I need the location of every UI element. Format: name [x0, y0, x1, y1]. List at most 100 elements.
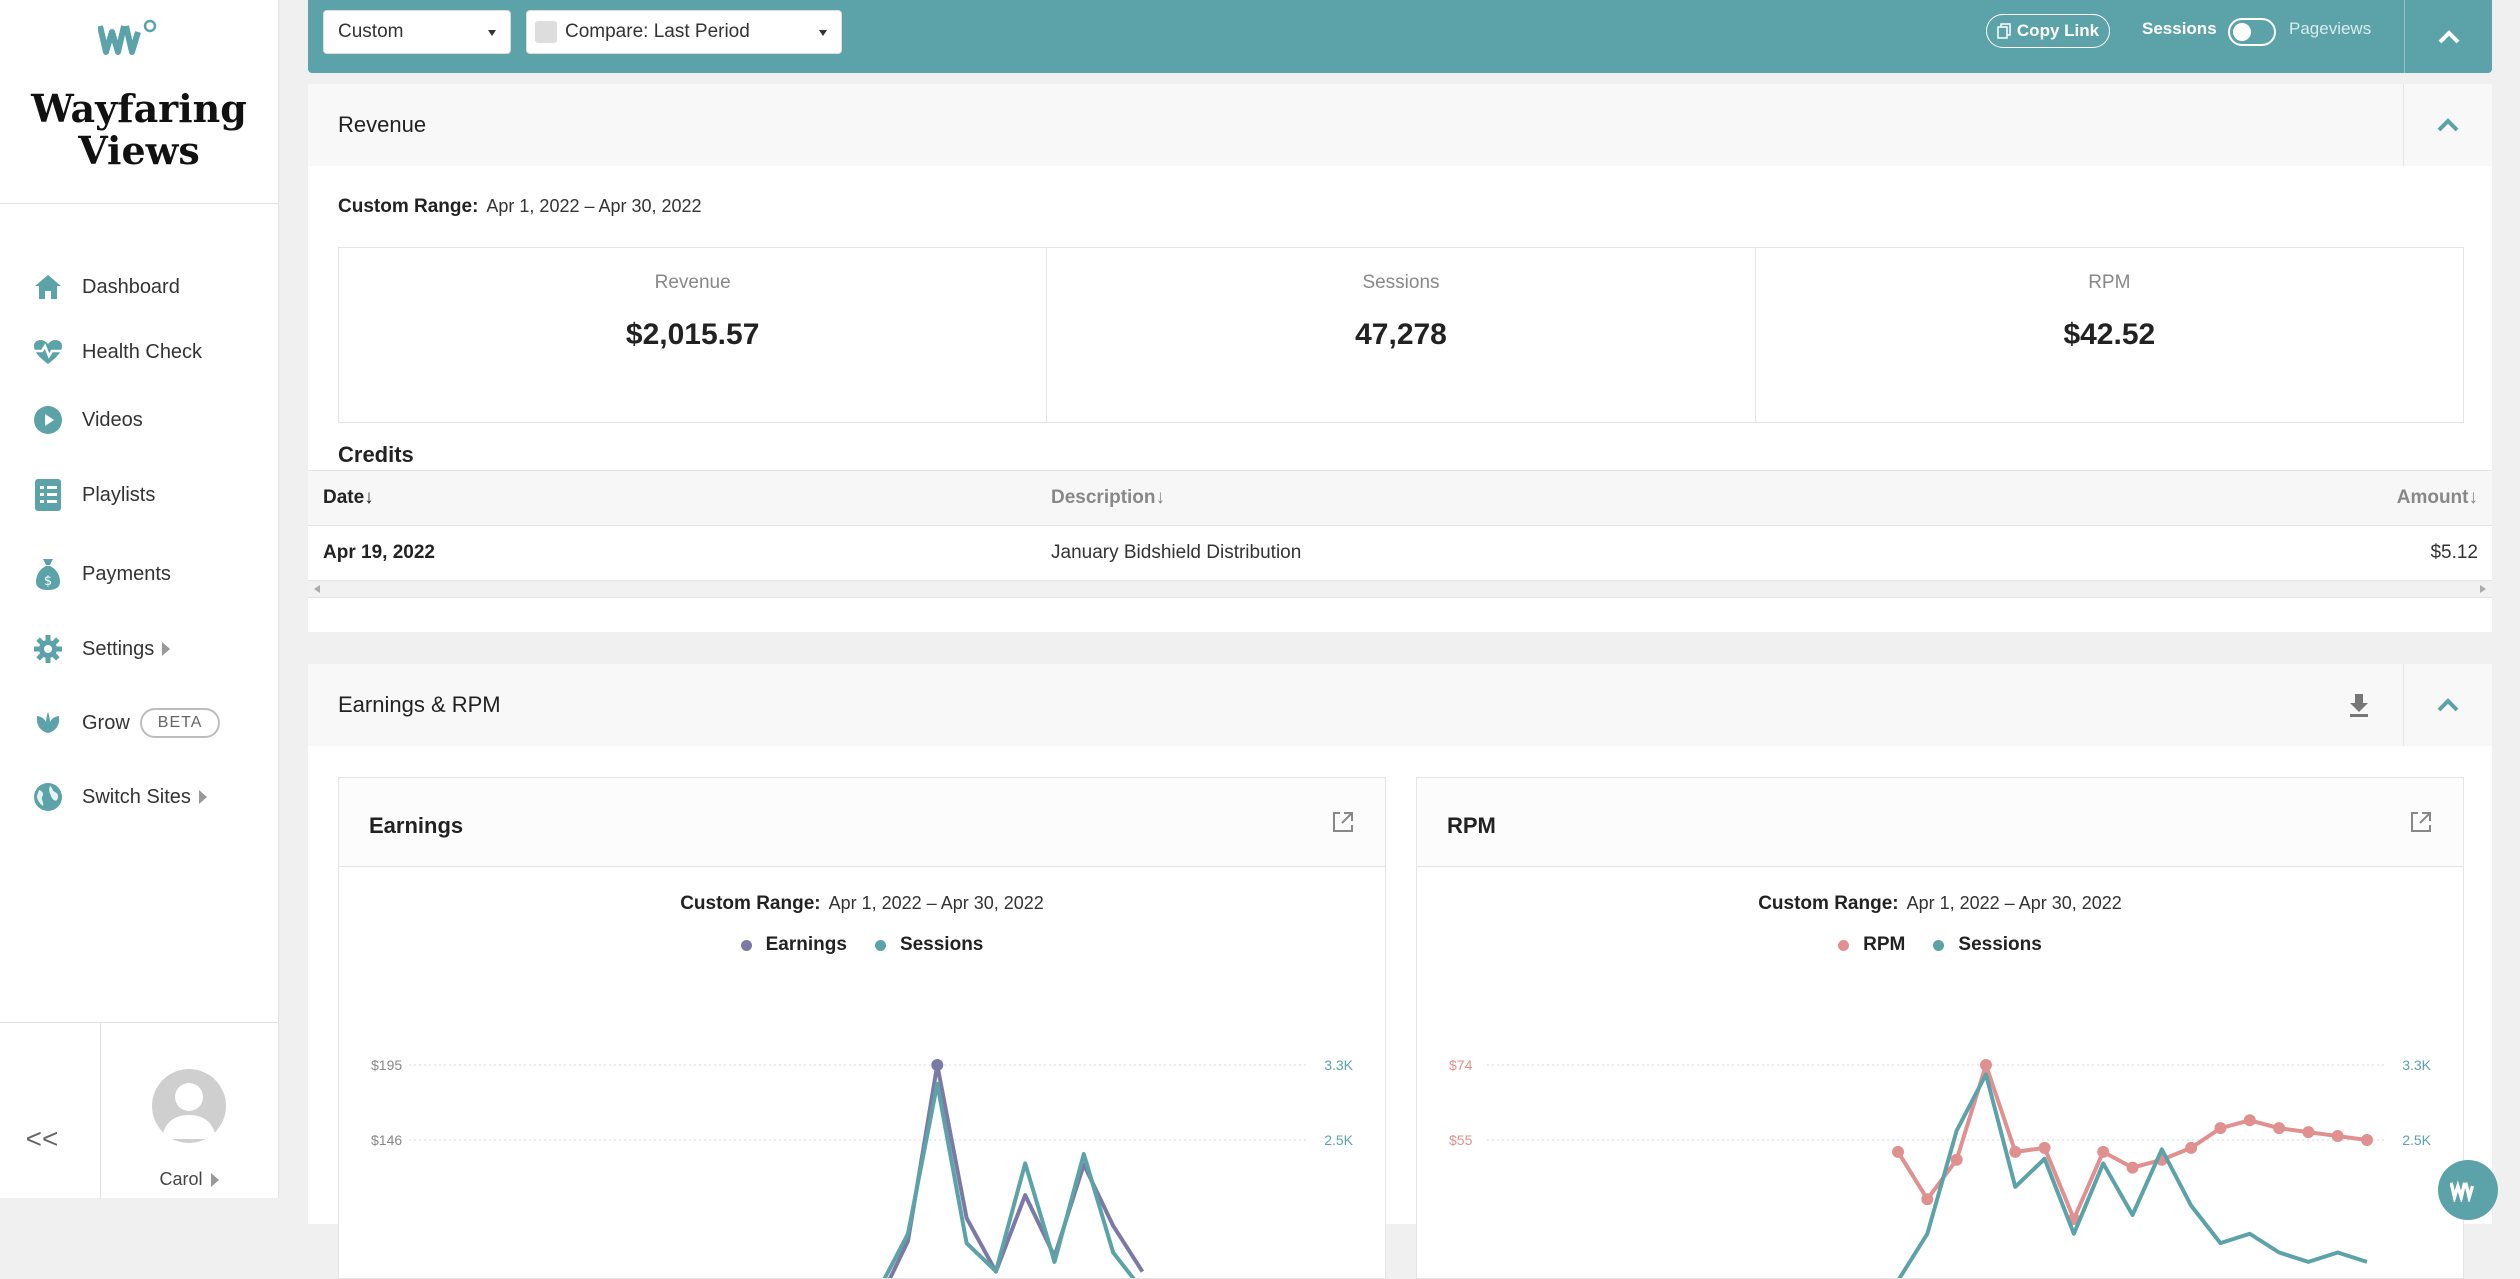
legend-label[interactable]: RPM	[1863, 934, 1905, 956]
svg-text:$: $	[44, 574, 52, 589]
dropdown-arrow-icon	[488, 30, 496, 36]
cell-amount: $5.12	[2430, 542, 2478, 563]
metric-revenue: Revenue $2,015.57	[339, 248, 1048, 422]
data-point[interactable]	[931, 1059, 944, 1071]
legend-dot-sessions	[874, 939, 886, 951]
compare-value: Compare: Last Period	[565, 21, 750, 42]
range-label: Custom Range:	[338, 196, 479, 217]
caret-right-icon	[198, 790, 207, 804]
legend-label[interactable]: Earnings	[766, 934, 847, 956]
sidebar: Wayfaring Views Dashboard Health Check V…	[0, 0, 279, 1199]
copy-icon	[1997, 23, 2011, 39]
y-tick-right: 2.5K	[2402, 1132, 2431, 1148]
rpm-chart-header: RPM	[1417, 778, 2463, 867]
sidebar-item-label: Dashboard	[82, 275, 180, 298]
sidebar-item-switch-sites[interactable]: Switch Sites	[32, 777, 207, 817]
list-icon	[32, 479, 64, 511]
rpm-chart-title: RPM	[1447, 813, 1496, 838]
user-menu[interactable]: Carol	[100, 1169, 278, 1190]
earnings-chart-range: Custom Range: Apr 1, 2022 – Apr 30, 2022	[339, 893, 1385, 915]
earnings-rpm-card: Earnings & RPM Earnings Custom Range: Apr…	[308, 664, 2492, 1279]
date-range-select[interactable]: Custom	[323, 10, 511, 54]
user-name: Carol	[159, 1169, 203, 1189]
data-point[interactable]	[2331, 1130, 2344, 1143]
sidebar-item-dashboard[interactable]: Dashboard	[32, 267, 180, 307]
scroll-right-icon[interactable]	[2480, 585, 2486, 593]
download-icon	[2350, 694, 2368, 717]
data-point[interactable]	[2273, 1122, 2286, 1135]
data-point[interactable]	[2009, 1145, 2022, 1158]
avatar[interactable]	[152, 1069, 226, 1143]
column-header-amount[interactable]: Amount↓	[2397, 471, 2478, 525]
sidebar-item-label: Videos	[82, 408, 143, 431]
series-line-rpm	[1896, 1063, 2368, 1221]
sidebar-item-payments[interactable]: $ Payments	[32, 554, 171, 594]
series-line-sessions	[1897, 1072, 2368, 1278]
data-point[interactable]	[1979, 1059, 1992, 1071]
sidebar-item-grow[interactable]: Grow BETA	[32, 703, 221, 743]
metric-rpm: RPM $42.52	[1756, 248, 2463, 422]
metric-label: Revenue	[654, 272, 731, 293]
download-button[interactable]	[2342, 688, 2376, 722]
horizontal-scrollbar[interactable]	[308, 581, 2492, 598]
y-tick-right: 3.3K	[2402, 1057, 2431, 1073]
home-icon	[32, 271, 64, 303]
data-point[interactable]	[1921, 1193, 1934, 1206]
data-point[interactable]	[2126, 1161, 2139, 1174]
collapse-sidebar-button[interactable]: <<	[20, 1123, 64, 1154]
legend-label[interactable]: Sessions	[1958, 934, 2041, 956]
data-point[interactable]	[2361, 1134, 2373, 1146]
rpm-chart-range: Custom Range: Apr 1, 2022 – Apr 30, 2022	[1417, 893, 2463, 915]
data-point[interactable]	[2302, 1126, 2315, 1139]
scroll-left-icon[interactable]	[314, 585, 320, 593]
y-tick-right: 3.3K	[1324, 1057, 1353, 1073]
range-label: Custom Range:	[680, 893, 821, 914]
sidebar-item-health-check[interactable]: Health Check	[32, 332, 202, 372]
data-point[interactable]	[2185, 1141, 2198, 1154]
revenue-range: Custom Range: Apr 1, 2022 – Apr 30, 2022	[338, 196, 702, 218]
sessions-pageviews-toggle[interactable]	[2228, 18, 2276, 46]
legend-label[interactable]: Sessions	[900, 934, 983, 956]
external-link-icon[interactable]	[1331, 810, 1355, 834]
range-label: Custom Range:	[1758, 893, 1899, 914]
gear-icon	[32, 633, 64, 665]
metric-label: Sessions	[1362, 272, 1440, 293]
collapse-revenue-button[interactable]	[2403, 84, 2492, 166]
data-point[interactable]	[1892, 1145, 1905, 1158]
metric-sessions: Sessions 47,278	[1047, 248, 1756, 422]
data-point[interactable]	[2097, 1145, 2110, 1158]
column-header-date[interactable]: Date↓	[323, 471, 374, 525]
help-chat-button[interactable]	[2438, 1160, 2498, 1220]
data-point[interactable]	[2214, 1122, 2227, 1135]
range-value: Apr 1, 2022 – Apr 30, 2022	[486, 196, 702, 216]
compare-select[interactable]: Compare: Last Period	[526, 10, 842, 54]
money-bag-icon: $	[32, 558, 64, 590]
sidebar-item-playlists[interactable]: Playlists	[32, 475, 155, 515]
sidebar-item-label: Playlists	[82, 483, 156, 506]
rpm-line-chart: $74 3.3K $55 2.5K	[1449, 1057, 2432, 1278]
chevron-up-icon	[2438, 29, 2460, 43]
copy-link-button[interactable]: Copy Link	[1986, 14, 2110, 48]
external-link-icon[interactable]	[2409, 810, 2433, 834]
range-value: Apr 1, 2022 – Apr 30, 2022	[828, 893, 1044, 913]
sidebar-item-label: Health Check	[82, 340, 203, 363]
data-point[interactable]	[1950, 1153, 1963, 1166]
cell-date: Apr 19, 2022	[323, 542, 435, 563]
sidebar-item-label: Settings	[82, 637, 155, 660]
sidebar-item-label: Payments	[82, 562, 171, 585]
brand-logo[interactable]: Wayfaring Views	[0, 0, 278, 204]
y-tick-right: 2.5K	[1324, 1132, 1353, 1148]
data-point[interactable]	[2038, 1141, 2051, 1154]
credits-table-header: Date↓ Description↓ Amount↓	[308, 470, 2492, 526]
column-header-description[interactable]: Description↓	[1051, 471, 1165, 525]
copy-link-label: Copy Link	[2016, 21, 2100, 40]
compare-checkbox[interactable]	[535, 21, 557, 43]
sidebar-item-videos[interactable]: Videos	[32, 400, 143, 440]
cell-description: January Bidshield Distribution	[1051, 542, 1302, 563]
credits-title: Credits	[338, 442, 414, 467]
collapse-earnings-button[interactable]	[2403, 664, 2492, 746]
collapse-filters-button[interactable]	[2404, 0, 2493, 73]
legend-dot-rpm	[1838, 939, 1850, 951]
sidebar-item-settings[interactable]: Settings	[32, 629, 171, 669]
data-point[interactable]	[2243, 1114, 2256, 1127]
